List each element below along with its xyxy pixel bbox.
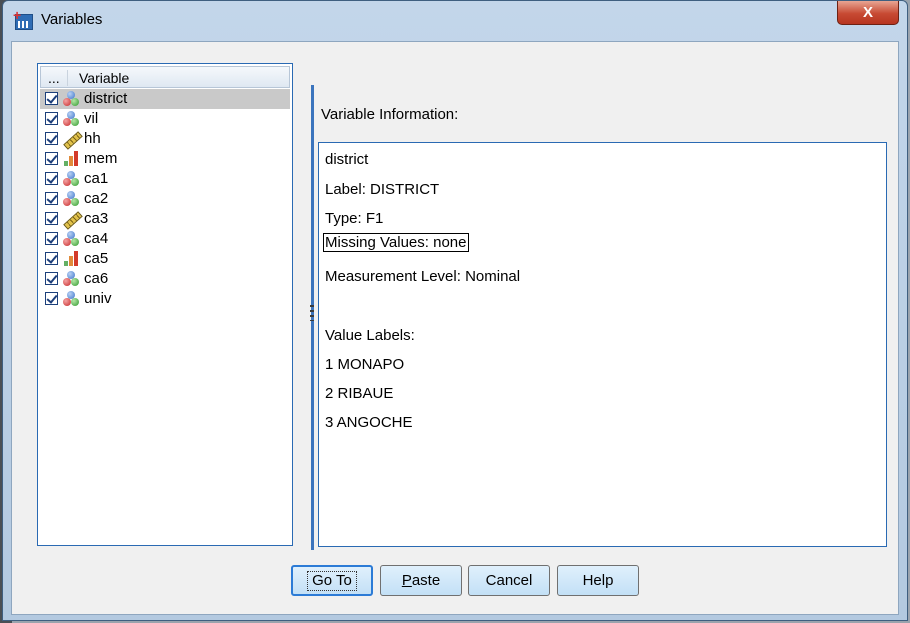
list-item-vil[interactable]: vil (40, 109, 290, 129)
info-value-labels-heading: Value Labels: (325, 327, 415, 344)
list-item-ca5[interactable]: ca5 (40, 249, 290, 269)
list-item-ca6[interactable]: ca6 (40, 269, 290, 289)
variable-name: hh (84, 130, 101, 147)
ordinal-measure-icon (62, 250, 80, 268)
variable-list[interactable]: ... Variable district vil hh mem ca1 ca2… (37, 63, 293, 546)
variable-information-heading: Variable Information: (321, 106, 459, 123)
header-variable-column[interactable]: Variable (79, 70, 129, 86)
info-label-line: Label: DISTRICT (325, 181, 440, 198)
checkbox[interactable] (45, 152, 58, 165)
info-missing-values-line: Missing Values: none (323, 233, 470, 252)
info-value-label: 2 RIBAUE (325, 385, 394, 402)
help-label: Help (582, 572, 614, 589)
nominal-measure-icon (62, 90, 80, 108)
list-item-univ[interactable]: univ (40, 289, 290, 309)
variable-name: ca5 (84, 250, 109, 267)
info-measurement-level-line: Measurement Level: Nominal (325, 268, 521, 285)
variable-name: mem (84, 150, 118, 167)
info-variable-name: district (325, 151, 369, 168)
go-to-button[interactable]: Go To (291, 565, 373, 596)
nominal-measure-icon (62, 170, 80, 188)
checkbox[interactable] (45, 272, 58, 285)
variable-name: vil (84, 110, 99, 127)
variables-app-icon (13, 7, 33, 30)
checkbox[interactable] (45, 292, 58, 305)
variable-name: ca6 (84, 270, 109, 287)
help-button[interactable]: Help (557, 565, 639, 596)
variable-name: univ (84, 290, 112, 307)
paste-button[interactable]: Paste (380, 565, 462, 596)
info-type-line: Type: F1 (325, 210, 384, 227)
variable-name: ca1 (84, 170, 109, 187)
checkbox[interactable] (45, 252, 58, 265)
window-title: Variables (41, 11, 103, 28)
list-item-ca4[interactable]: ca4 (40, 229, 290, 249)
paste-label: Paste (401, 572, 441, 589)
nominal-measure-icon (62, 110, 80, 128)
close-button[interactable]: X (837, 1, 899, 25)
variable-name: ca2 (84, 190, 109, 207)
splitter-grip-handle[interactable] (310, 305, 314, 321)
checkbox[interactable] (45, 112, 58, 125)
title-bar[interactable]: Variables X (3, 1, 907, 41)
list-item-ca1[interactable]: ca1 (40, 169, 290, 189)
nominal-measure-icon (62, 230, 80, 248)
variable-name: district (84, 90, 128, 107)
variable-name: ca4 (84, 230, 109, 247)
checkbox[interactable] (45, 212, 58, 225)
cancel-button[interactable]: Cancel (468, 565, 550, 596)
scale-measure-icon (62, 210, 83, 230)
list-item-hh[interactable]: hh (40, 129, 290, 150)
header-options-column[interactable]: ... (45, 70, 68, 86)
cancel-label: Cancel (485, 572, 533, 589)
checkbox[interactable] (45, 232, 58, 245)
variable-name: ca3 (84, 210, 109, 227)
ordinal-measure-icon (62, 150, 80, 168)
nominal-measure-icon (62, 270, 80, 288)
checkbox[interactable] (45, 192, 58, 205)
list-item-district[interactable]: district (40, 89, 290, 109)
list-item-ca3[interactable]: ca3 (40, 209, 290, 230)
checkbox[interactable] (45, 92, 58, 105)
nominal-measure-icon (62, 190, 80, 208)
list-item-ca2[interactable]: ca2 (40, 189, 290, 209)
checkbox[interactable] (45, 172, 58, 185)
variable-information-panel[interactable]: district Label: DISTRICT Type: F1 Missin… (318, 142, 887, 547)
info-value-label: 3 ANGOCHE (325, 414, 413, 431)
info-value-label: 1 MONAPO (325, 356, 405, 373)
checkbox[interactable] (45, 132, 58, 145)
list-header: ... Variable (40, 66, 290, 88)
header-dots: ... (48, 70, 60, 86)
go-to-label: Go To (307, 570, 357, 591)
nominal-measure-icon (62, 290, 80, 308)
scale-measure-icon (62, 130, 83, 150)
list-item-mem[interactable]: mem (40, 149, 290, 169)
